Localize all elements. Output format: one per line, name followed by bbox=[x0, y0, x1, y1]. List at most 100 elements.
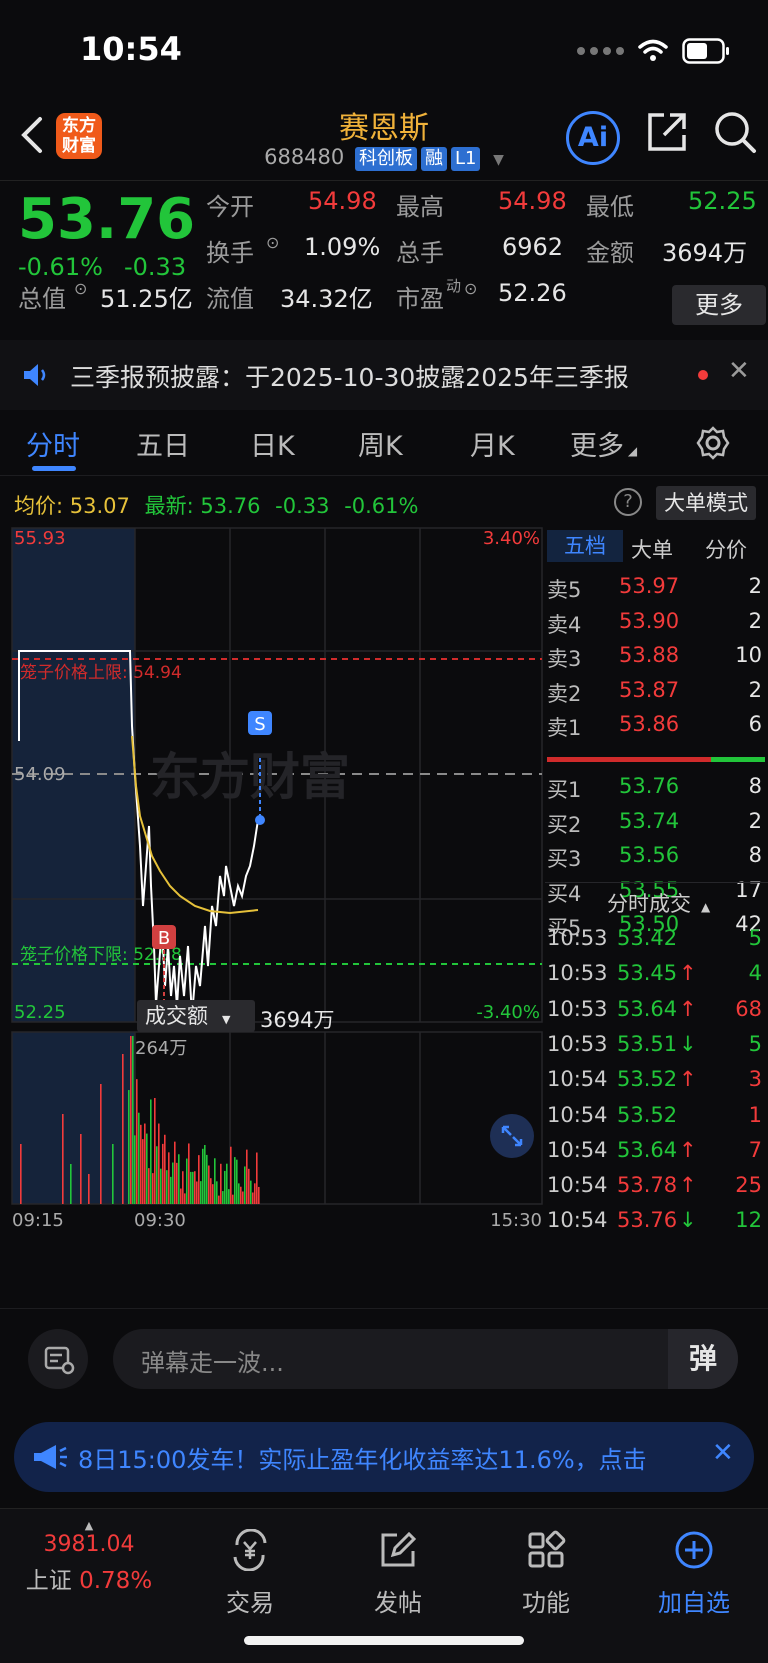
volume-bar bbox=[164, 1134, 166, 1204]
danmu-input[interactable]: 弹幕走一波... 弹 bbox=[113, 1329, 738, 1389]
tick-time: 10:54 bbox=[547, 1102, 608, 1127]
volume-bar bbox=[190, 1171, 192, 1204]
help-icon[interactable]: ? bbox=[614, 488, 642, 516]
stock-header: 东方财富 赛恩斯 688480 科创板融 L1 ▼ Ai bbox=[0, 95, 768, 180]
close-icon[interactable]: ✕ bbox=[712, 1438, 734, 1468]
ad-bar[interactable]: 8日15:00发车！实际止盈年化收益率达11.6%，点击 ✕ bbox=[14, 1422, 754, 1492]
ai-button[interactable]: Ai bbox=[566, 111, 620, 165]
indicator-selector[interactable]: 成交额 ▼ bbox=[137, 1000, 255, 1032]
ad-banner[interactable]: 8日15:00发车！实际止盈年化收益率达11.6%，点击 ✕ bbox=[0, 1408, 768, 1508]
volume-bar bbox=[154, 1097, 156, 1204]
info-icon[interactable]: ⊙ bbox=[74, 279, 87, 298]
edit-icon bbox=[381, 1531, 417, 1567]
volume-bar bbox=[144, 1123, 146, 1204]
volume-bar bbox=[178, 1154, 180, 1204]
bid-volume: 8 bbox=[748, 774, 762, 798]
nav-post[interactable]: 发帖 bbox=[328, 1529, 468, 1618]
tab-more[interactable]: 更多 ◢ bbox=[570, 424, 637, 463]
tick-direction: ↑ bbox=[679, 1173, 697, 1198]
vol-max-label: 264万 bbox=[135, 1038, 187, 1059]
tick-volume: 5 bbox=[748, 1031, 762, 1056]
volume-bar bbox=[246, 1149, 248, 1204]
ask-level: 卖5 bbox=[547, 578, 582, 602]
tab-daily-k[interactable]: 日K bbox=[250, 424, 295, 463]
ask-volume: 2 bbox=[748, 677, 762, 702]
ad-text: 8日15:00发车！实际止盈年化收益率达11.6%，点击 bbox=[78, 1446, 647, 1474]
volume-bar bbox=[172, 1162, 174, 1204]
index-quote[interactable]: ▲ 3981.04 上证 0.78% bbox=[14, 1519, 164, 1595]
ask-price: 53.97 bbox=[619, 574, 680, 598]
ask-row[interactable]: 卖4 53.90 2 bbox=[545, 605, 768, 639]
ticks-title[interactable]: 分时成交 ▲ bbox=[607, 888, 710, 918]
volume-bar bbox=[100, 1084, 102, 1204]
pct-bottom-label: -3.40% bbox=[476, 1002, 540, 1023]
tab-big-orders[interactable]: 大单 bbox=[631, 534, 673, 564]
nav-functions[interactable]: 功能 bbox=[476, 1529, 616, 1618]
volume-bar bbox=[194, 1171, 196, 1204]
ask-level: 卖1 bbox=[547, 716, 582, 740]
battery-icon bbox=[682, 38, 729, 64]
tab-weekly-k[interactable]: 周K bbox=[358, 424, 403, 463]
volume-bar bbox=[140, 1124, 142, 1204]
tick-volume: 7 bbox=[748, 1137, 762, 1162]
mktcap-value: 51.25亿 bbox=[100, 285, 193, 313]
tick-price: 53.76 bbox=[617, 1208, 678, 1233]
ask-row[interactable]: 卖5 53.97 2 bbox=[545, 570, 768, 604]
ask-volume: 10 bbox=[735, 643, 762, 667]
tab-five-level[interactable]: 五档 bbox=[547, 530, 623, 562]
tab-intraday[interactable]: 分时 bbox=[26, 424, 80, 463]
info-icon[interactable]: ⊙ bbox=[266, 233, 279, 252]
caret-up-icon: ▲ bbox=[84, 1519, 94, 1532]
ask-row[interactable]: 卖1 53.86 6 bbox=[545, 708, 768, 742]
volume-bar bbox=[122, 1054, 124, 1204]
ask-price: 53.90 bbox=[619, 608, 680, 633]
volume-bar bbox=[228, 1189, 230, 1204]
volume-bar bbox=[224, 1170, 226, 1204]
ask-row[interactable]: 卖2 53.87 2 bbox=[545, 674, 768, 708]
watermark: 东方财富 bbox=[150, 748, 350, 806]
intraday-chart[interactable]: 东方财富 55.93 54.09 52.25 3.40% -3.40% 笼子价格… bbox=[0, 526, 545, 1306]
orderbook-tabs: 五档 大单 分价 bbox=[545, 526, 768, 566]
big-order-mode-button[interactable]: 大单模式 bbox=[656, 486, 756, 520]
search-icon[interactable] bbox=[712, 109, 758, 155]
nav-add-watchlist[interactable]: 加自选 bbox=[624, 1529, 764, 1618]
settings-icon[interactable] bbox=[696, 426, 730, 460]
nav-trade[interactable]: 交易 bbox=[180, 1528, 320, 1618]
more-button[interactable]: 更多 bbox=[672, 285, 766, 325]
ask-row[interactable]: 卖3 53.88 10 bbox=[545, 639, 768, 673]
tick-time: 10:53 bbox=[547, 926, 608, 950]
volume-bar bbox=[142, 1139, 144, 1204]
info-icon[interactable]: ⊙ bbox=[464, 279, 477, 298]
index-name: 上证 bbox=[25, 1568, 72, 1594]
danmu-icon bbox=[44, 1346, 75, 1375]
tab-five-day[interactable]: 五日 bbox=[136, 424, 190, 463]
bid-level: 买3 bbox=[547, 847, 582, 871]
danmu-send-button[interactable]: 弹 bbox=[668, 1329, 738, 1389]
expand-icon bbox=[501, 1125, 523, 1147]
bid-row[interactable]: 买1 53.76 8 bbox=[545, 770, 768, 804]
expand-button[interactable] bbox=[490, 1114, 534, 1158]
nav-add-watchlist-label: 加自选 bbox=[658, 1589, 730, 1617]
latest-value: 53.76 bbox=[200, 494, 261, 518]
volume-bar bbox=[80, 1134, 82, 1204]
tab-monthly-k[interactable]: 月K bbox=[470, 424, 515, 463]
y-top-label: 55.93 bbox=[14, 528, 66, 549]
volume-bar bbox=[176, 1162, 178, 1204]
bid-row[interactable]: 买3 53.56 8 bbox=[545, 839, 768, 873]
bid-row[interactable]: 买2 53.74 2 bbox=[545, 805, 768, 839]
latest-change-pct: -0.61% bbox=[344, 494, 419, 518]
notice-bar[interactable]: 三季报预披露：于2025-10-30披露2025年三季报 ✕ bbox=[0, 340, 768, 410]
stock-code: 688480 bbox=[264, 145, 345, 169]
open-value: 54.98 bbox=[308, 187, 377, 215]
chart-canvas[interactable]: 东方财富 55.93 54.09 52.25 3.40% -3.40% 笼子价格… bbox=[0, 526, 545, 1306]
volume-bar bbox=[238, 1183, 240, 1204]
chevron-down-icon[interactable]: ▼ bbox=[493, 152, 504, 168]
share-icon[interactable] bbox=[646, 111, 688, 153]
close-icon[interactable]: ✕ bbox=[728, 356, 750, 386]
tick-price: 53.52 bbox=[617, 1102, 678, 1127]
tab-price-dist[interactable]: 分价 bbox=[705, 534, 747, 564]
volume-bar bbox=[168, 1152, 170, 1204]
volume-bar bbox=[174, 1141, 176, 1204]
danmu-settings-button[interactable] bbox=[28, 1329, 88, 1389]
y-mid-label: 54.09 bbox=[14, 764, 66, 785]
